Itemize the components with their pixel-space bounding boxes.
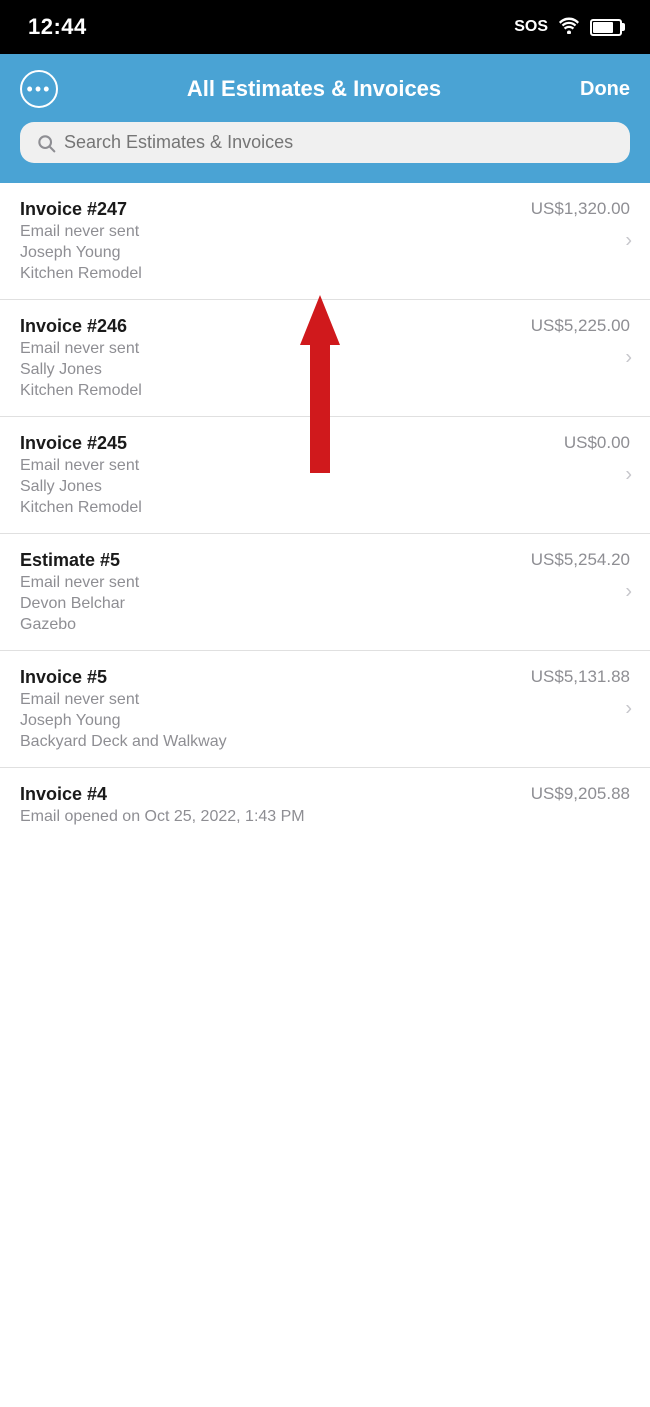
chevron-right-icon: › [625,347,632,370]
item-client: Sally Jones [20,478,630,496]
item-status: Email opened on Oct 25, 2022, 1:43 PM [20,808,520,826]
item-status: Email never sent [20,223,630,241]
item-status: Email never sent [20,574,630,592]
item-title: Invoice #247 [20,199,127,220]
item-project: Gazebo [20,616,630,634]
item-status: Email never sent [20,457,630,475]
item-title: Invoice #5 [20,667,107,688]
list-item[interactable]: Estimate #5 US$5,254.20 Email never sent… [0,534,650,651]
list-item[interactable]: Invoice #5 US$5,131.88 Email never sent … [0,651,650,768]
search-input[interactable] [64,132,614,153]
item-status: Email never sent [20,691,630,709]
item-amount: US$0.00 [564,433,630,453]
sos-icon: SOS [514,18,548,36]
item-title: Invoice #4 [20,784,107,805]
item-title: Estimate #5 [20,550,120,571]
list-item[interactable]: Invoice #247 US$1,320.00 Email never sen… [0,183,650,300]
item-project: Kitchen Remodel [20,499,630,517]
item-project: Backyard Deck and Walkway [20,733,630,751]
item-client: Joseph Young [20,712,630,730]
item-project: Kitchen Remodel [20,265,630,283]
chevron-right-icon: › [625,464,632,487]
chevron-right-icon: › [625,230,632,253]
item-amount: US$5,131.88 [531,667,630,687]
item-amount: US$5,225.00 [531,316,630,336]
item-amount: US$1,320.00 [531,199,630,219]
chevron-right-icon: › [625,581,632,604]
item-client: Joseph Young [20,244,630,262]
item-amount: US$9,205.88 [531,784,630,804]
wifi-icon [558,16,580,39]
item-client: Devon Belchar [20,595,630,613]
list-item[interactable]: Invoice #4 US$9,205.88 Email opened on O… [0,768,650,842]
header: ••• All Estimates & Invoices Done [0,54,650,183]
battery-icon [590,19,622,36]
item-project: Kitchen Remodel [20,382,630,400]
page-title: All Estimates & Invoices [58,76,570,102]
search-icon [36,133,56,153]
item-title: Invoice #245 [20,433,127,454]
item-client: Sally Jones [20,361,630,379]
item-amount: US$5,254.20 [531,550,630,570]
chevron-right-icon: › [625,698,632,721]
more-button[interactable]: ••• [20,70,58,108]
item-status: Email never sent [20,340,630,358]
list-item[interactable]: Invoice #246 US$5,225.00 Email never sen… [0,300,650,417]
status-icons: SOS [514,16,622,39]
list-item[interactable]: Invoice #245 US$0.00 Email never sent Sa… [0,417,650,534]
invoice-list: Invoice #247 US$1,320.00 Email never sen… [0,183,650,842]
done-button[interactable]: Done [570,78,630,101]
status-time: 12:44 [28,14,87,40]
search-bar[interactable] [20,122,630,163]
item-title: Invoice #246 [20,316,127,337]
status-bar: 12:44 SOS [0,0,650,54]
